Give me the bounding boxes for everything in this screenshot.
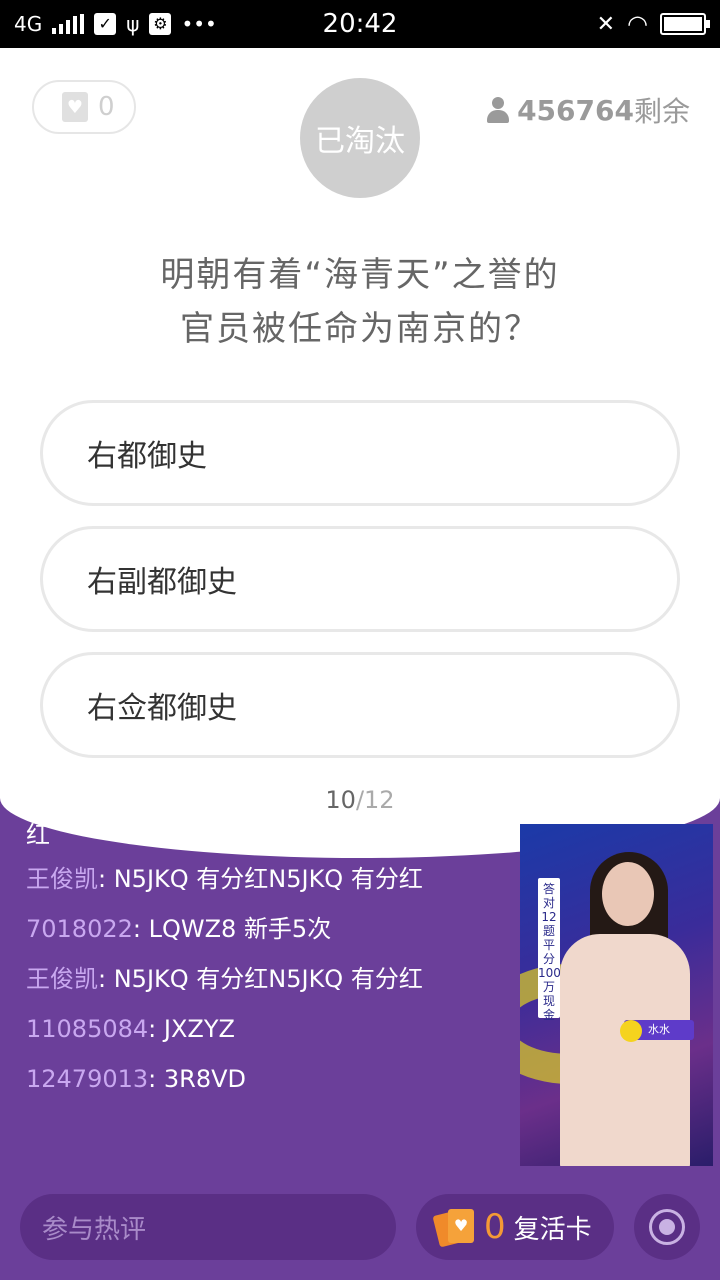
revive-count: 0 bbox=[484, 1207, 506, 1247]
answer-option-2[interactable]: 右副都御史 bbox=[40, 526, 680, 632]
comment-item: 11085084: JXZYZ bbox=[26, 1012, 466, 1046]
status-bar-left: 4G ✓ ψ ⚙ ••• bbox=[14, 12, 217, 36]
answer-option-1[interactable]: 右都御史 bbox=[40, 400, 680, 506]
remaining-players: 456764 剩余 bbox=[487, 90, 690, 130]
checkbox-notification-icon: ✓ bbox=[94, 13, 117, 35]
comment-item: 12479013: 3R8VD bbox=[26, 1062, 466, 1096]
app-notification-icon: ⚙ bbox=[149, 13, 172, 35]
remaining-label: 剩余 bbox=[633, 95, 690, 128]
coin-icon bbox=[620, 1020, 642, 1042]
host-video[interactable]: 答对12题平分100万现金 水水 bbox=[520, 824, 713, 1166]
comment-text: : JXZYZ bbox=[148, 1015, 235, 1043]
eliminated-status: 已淘汰 bbox=[300, 78, 420, 198]
lives-count: 0 bbox=[98, 92, 115, 122]
usb-icon: ψ bbox=[126, 12, 140, 36]
comment-user: 11085084 bbox=[26, 1015, 149, 1043]
comment-user: 12479013 bbox=[26, 1065, 149, 1093]
live-comments: 红 王俊凯: N5JKQ 有分红N5JKQ 有分红 7018022: LQWZ8… bbox=[26, 818, 466, 1112]
comment-item: 王俊凯: N5JKQ 有分红N5JKQ 有分红 bbox=[26, 962, 466, 996]
answer-option-label: 右佥都御史 bbox=[87, 691, 237, 726]
question-text: 明朝有着“海青天”之誉的 官员被任命为南京的？ bbox=[60, 248, 660, 356]
more-notifications-icon: ••• bbox=[181, 12, 217, 36]
target-button[interactable] bbox=[634, 1194, 700, 1260]
comment-input[interactable]: 参与热评 bbox=[20, 1194, 396, 1260]
revive-label: 复活卡 bbox=[513, 1214, 592, 1245]
wifi-icon: ◠ bbox=[627, 10, 648, 38]
host-dress bbox=[560, 934, 690, 1166]
network-type: 4G bbox=[14, 12, 43, 36]
question-line-1: 明朝有着“海青天”之誉的 bbox=[160, 255, 560, 295]
progress-current: 10 bbox=[325, 786, 356, 814]
prize-banner: 答对12题平分100万现金 bbox=[538, 878, 561, 1022]
answer-option-3[interactable]: 右佥都御史 bbox=[40, 652, 680, 758]
status-bar: 4G ✓ ψ ⚙ ••• 20:42 ✕ ◠ bbox=[0, 0, 720, 48]
status-bar-right: ✕ ◠ bbox=[596, 10, 710, 38]
comment-text: : LQWZ8 新手5次 bbox=[132, 915, 332, 943]
remaining-count: 456764 bbox=[517, 93, 634, 127]
comment-item: 7018022: LQWZ8 新手5次 bbox=[26, 912, 466, 946]
comment-partial: 红 bbox=[26, 821, 50, 849]
comment-text: : N5JKQ 有分红N5JKQ 有分红 bbox=[98, 965, 423, 993]
question-card: ♥ 0 已淘汰 456764 剩余 明朝有着“海青天”之誉的 官员被任命为南京的？… bbox=[0, 48, 720, 858]
mute-icon: ✕ bbox=[596, 11, 616, 37]
comment-user: 王俊凯 bbox=[26, 965, 98, 993]
heart-card-icon: ♥ bbox=[62, 92, 88, 122]
comment-user: 王俊凯 bbox=[26, 865, 98, 893]
answer-option-label: 右都御史 bbox=[87, 439, 207, 474]
comment-text: : 3R8VD bbox=[148, 1065, 246, 1093]
revive-card-icon: ♥ bbox=[432, 1207, 476, 1248]
comment-text: : N5JKQ 有分红N5JKQ 有分红 bbox=[98, 865, 423, 893]
battery-icon bbox=[660, 13, 710, 35]
question-line-2: 官员被任命为南京的？ bbox=[180, 309, 540, 349]
question-progress: 10/12 bbox=[0, 786, 720, 814]
revive-card-button[interactable]: ♥ 0 复活卡 bbox=[416, 1194, 614, 1260]
progress-total: /12 bbox=[355, 786, 395, 814]
comment-item: 王俊凯: N5JKQ 有分红N5JKQ 有分红 bbox=[26, 862, 466, 896]
comment-user: 7018022 bbox=[26, 915, 133, 943]
lives-counter[interactable]: ♥ 0 bbox=[32, 80, 136, 134]
host-face bbox=[602, 862, 654, 926]
target-icon bbox=[649, 1209, 685, 1245]
person-icon bbox=[487, 97, 510, 123]
answer-option-label: 右副都御史 bbox=[87, 565, 237, 600]
signal-icon bbox=[52, 14, 85, 34]
